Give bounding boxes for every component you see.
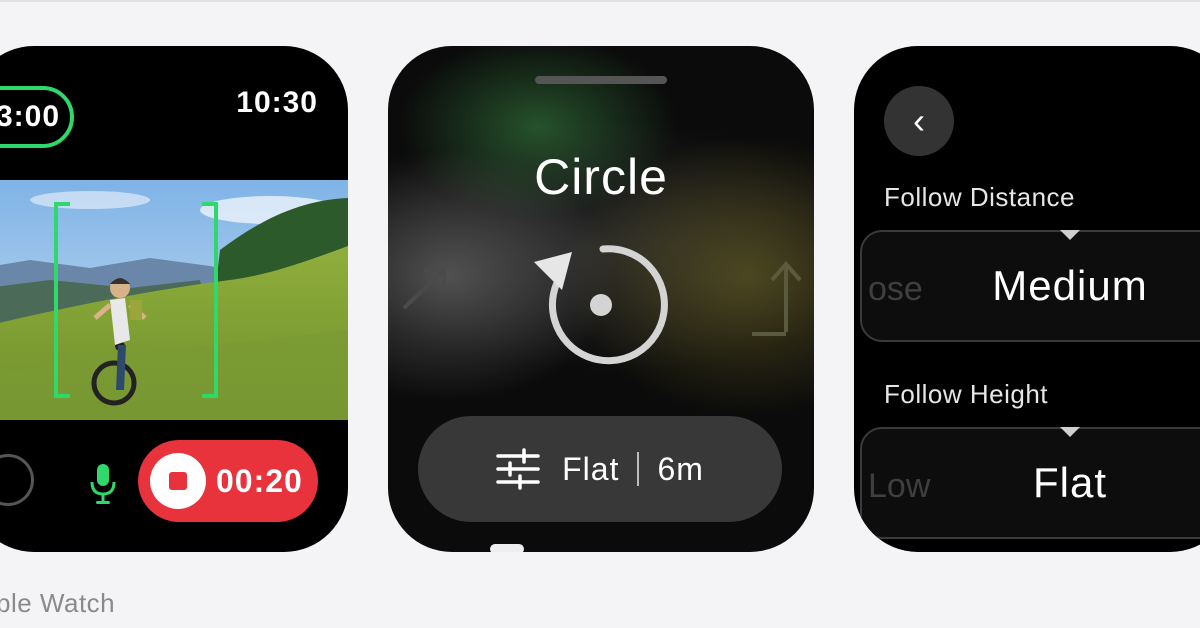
circle-orbit-icon[interactable]	[528, 232, 674, 378]
secondary-control-button[interactable]	[0, 454, 34, 506]
selection-notch-icon	[1060, 427, 1080, 437]
terrain-height-pill[interactable]: Flat 6m	[418, 416, 782, 522]
drag-handle[interactable]	[535, 76, 667, 84]
follow-distance-value: Medium	[992, 262, 1148, 309]
back-button[interactable]: ‹	[884, 86, 954, 156]
watch-recording-screen: 3:00 10:30 00:20	[0, 46, 348, 552]
sliders-icon	[496, 448, 540, 490]
mode-title: Circle	[534, 149, 668, 205]
follow-distance-label: Follow Distance	[884, 182, 1076, 212]
watch-mode-screen: Circle Flat 6m	[388, 46, 814, 552]
height-value: 6m	[657, 450, 704, 487]
caption-text: ple Watch	[0, 588, 116, 618]
top-divider	[0, 0, 1200, 2]
mic-icon[interactable]	[88, 462, 118, 506]
chevron-left-icon: ‹	[913, 100, 925, 141]
rise-arrow-icon[interactable]	[746, 252, 806, 342]
countdown-timer-pill[interactable]: 3:00	[0, 86, 74, 148]
countdown-timer-text: 3:00	[0, 100, 60, 133]
diagonal-arrow-icon[interactable]	[396, 256, 456, 316]
follow-height-value: Flat	[1032, 459, 1107, 506]
follow-height-label: Follow Height	[884, 379, 1049, 409]
camera-preview	[0, 180, 348, 420]
pill-separator	[637, 452, 640, 486]
follow-height-picker[interactable]: Low Flat	[860, 427, 1200, 539]
selection-notch-icon	[1060, 230, 1080, 240]
watch-settings-screen: ‹ Follow Distance ose Medium Follow Heig…	[854, 46, 1200, 552]
record-stop-button[interactable]: 00:20	[138, 440, 318, 522]
page-indicator	[490, 544, 524, 552]
clock: 10:30	[236, 86, 318, 119]
record-elapsed-time: 00:20	[216, 462, 303, 499]
stop-icon	[150, 453, 206, 509]
terrain-value: Flat	[562, 450, 620, 487]
follow-distance-picker[interactable]: ose Medium	[860, 230, 1200, 342]
